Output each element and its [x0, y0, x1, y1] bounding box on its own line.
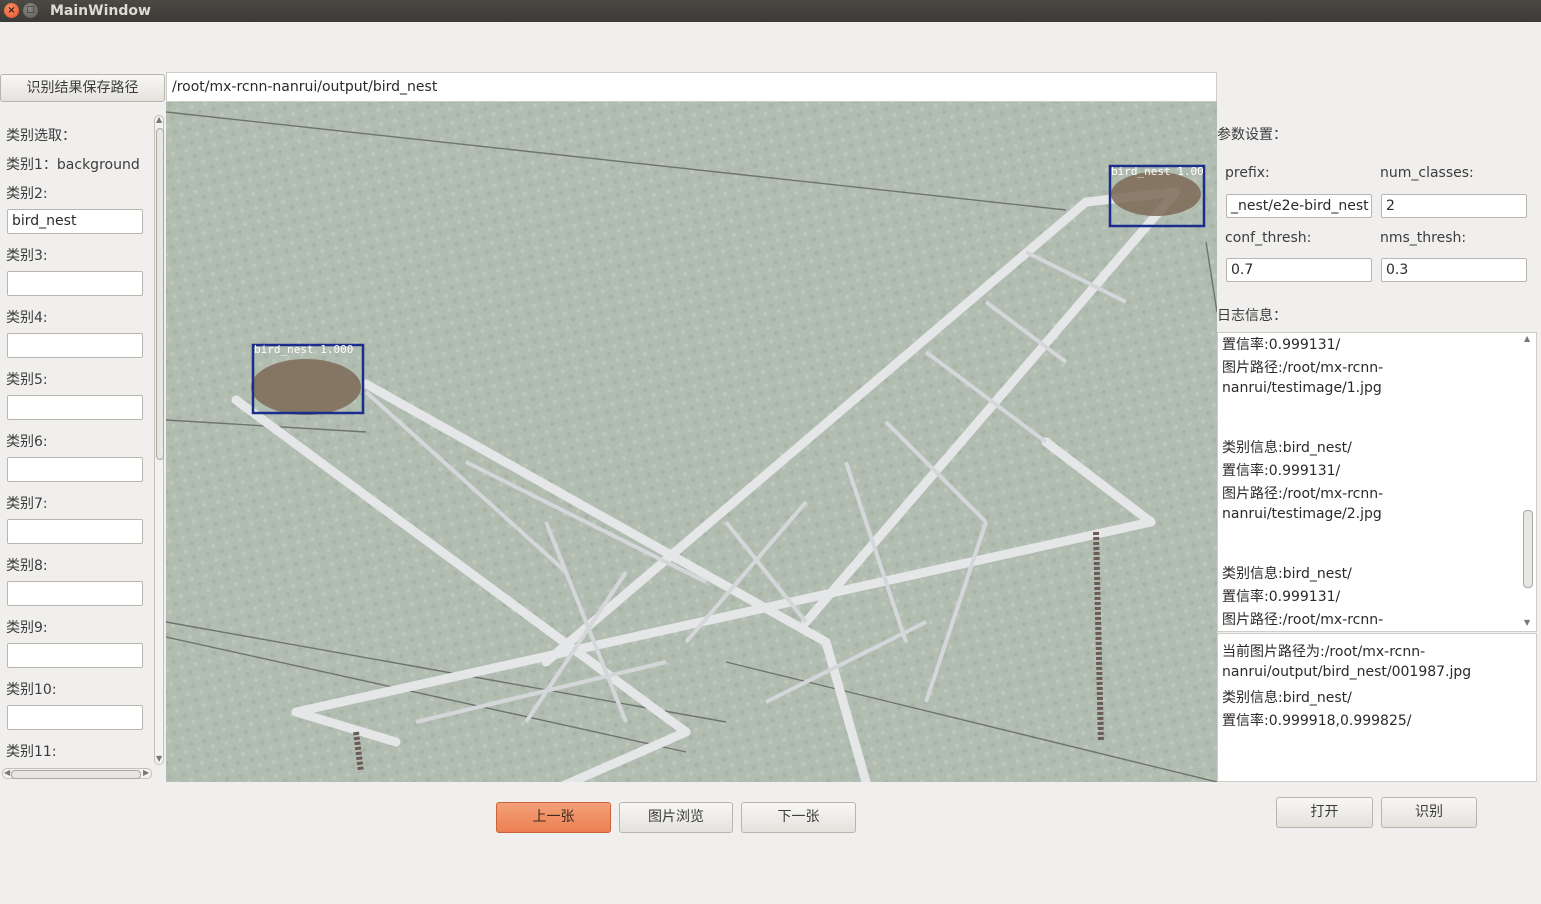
class-9-label: 类别9: [6, 620, 48, 636]
nms-thresh-input[interactable]: 0.3 [1381, 258, 1527, 282]
info-line: nanrui/output/bird_nest/001987.jpg [1222, 664, 1472, 680]
log-header: 日志信息： [1217, 308, 1287, 324]
class-7-input[interactable] [7, 519, 143, 544]
window-title: MainWindow [50, 3, 151, 19]
log-line: 类别信息:bird_nest/ [1222, 440, 1352, 456]
num-classes-label: num_classes: [1380, 165, 1474, 181]
browse-images-button[interactable]: 图片浏览 [619, 802, 733, 833]
bird-nest-right [1111, 172, 1201, 216]
scroll-up-icon[interactable]: ▲ [156, 115, 162, 124]
scroll-down-icon[interactable]: ▼ [1524, 618, 1530, 627]
close-icon: × [7, 5, 16, 16]
class-10-input[interactable] [7, 705, 143, 730]
class-3-input[interactable] [7, 271, 143, 296]
prefix-input[interactable]: _nest/e2e-bird_nest [1226, 194, 1372, 218]
next-image-button[interactable]: 下一张 [741, 802, 856, 833]
class-8-label: 类别8: [6, 558, 48, 574]
class-2-label: 类别2: [6, 186, 48, 202]
class-10-label: 类别10: [6, 682, 57, 698]
save-path-field[interactable]: /root/mx-rcnn-nanrui/output/bird_nest [166, 72, 1217, 102]
class-panel-vertical-scroll-thumb[interactable] [156, 128, 164, 460]
class-4-label: 类别4: [6, 310, 48, 326]
class-5-input[interactable] [7, 395, 143, 420]
class-panel-vertical-scrollbar[interactable]: ▲ ▼ [154, 115, 164, 765]
class-4-input[interactable] [7, 333, 143, 358]
class-2-input[interactable]: bird_nest [7, 209, 143, 234]
scroll-left-icon[interactable]: ◀ [4, 768, 10, 777]
class-selection-panel: 类别选取： 类别1：background 类别2: bird_nest 类别3:… [0, 111, 166, 782]
conf-thresh-label: conf_thresh: [1225, 230, 1312, 246]
current-image-info-area[interactable]: 当前图片路径为:/root/mx-rcnn- nanrui/output/bir… [1217, 633, 1537, 782]
log-line: 置信率:0.999131/ [1222, 463, 1341, 479]
class-panel-horizontal-scroll-thumb[interactable] [11, 770, 141, 779]
close-window-button[interactable]: × [4, 3, 19, 18]
num-classes-input[interactable]: 2 [1381, 194, 1527, 218]
class-8-input[interactable] [7, 581, 143, 606]
save-path-button[interactable]: 识别结果保存路径 [0, 74, 165, 102]
log-scroll-thumb[interactable] [1523, 510, 1533, 588]
nms-thresh-label: nms_thresh: [1380, 230, 1467, 246]
prefix-label: prefix: [1225, 165, 1270, 181]
log-line: 图片路径:/root/mx-rcnn- [1222, 612, 1384, 628]
detection-image-view: bird_nest 1.000 bird_nest 1.00 [166, 102, 1217, 782]
log-text-area[interactable]: 置信率:0.999131/ 图片路径:/root/mx-rcnn- nanrui… [1217, 332, 1537, 632]
scroll-right-icon[interactable]: ▶ [143, 768, 149, 777]
title-bar: × □ MainWindow [0, 0, 1541, 22]
log-line: 置信率:0.999131/ [1222, 589, 1341, 605]
open-button[interactable]: 打开 [1276, 797, 1373, 828]
class-7-label: 类别7: [6, 496, 48, 512]
params-header: 参数设置： [1217, 127, 1287, 143]
class-6-input[interactable] [7, 457, 143, 482]
scroll-up-icon[interactable]: ▲ [1524, 334, 1530, 343]
maximize-icon: □ [26, 5, 35, 15]
class-selection-header: 类别选取： [6, 128, 76, 144]
previous-image-button[interactable]: 上一张 [496, 802, 611, 833]
recognize-button[interactable]: 识别 [1381, 797, 1477, 828]
class-5-label: 类别5: [6, 372, 48, 388]
bird-nest-left [251, 359, 361, 415]
maximize-window-button[interactable]: □ [23, 3, 38, 18]
info-line: 类别信息:bird_nest/ [1222, 690, 1352, 706]
class-3-label: 类别3: [6, 248, 48, 264]
log-line: 图片路径:/root/mx-rcnn- [1222, 486, 1384, 502]
conf-thresh-input[interactable]: 0.7 [1226, 258, 1372, 282]
class-1-label: 类别1：background [6, 157, 140, 173]
class-11-label: 类别11: [6, 744, 57, 760]
class-9-input[interactable] [7, 643, 143, 668]
detection-label-2: bird_nest 1.00 [1111, 165, 1204, 178]
log-scrollbar[interactable]: ▲ ▼ [1522, 334, 1534, 630]
log-line: 图片路径:/root/mx-rcnn- [1222, 360, 1384, 376]
class-panel-horizontal-scrollbar[interactable]: ◀ ▶ [2, 768, 152, 779]
detection-image: bird_nest 1.000 bird_nest 1.00 [166, 102, 1217, 782]
info-line: 当前图片路径为:/root/mx-rcnn- [1222, 644, 1426, 660]
log-line: 置信率:0.999131/ [1222, 337, 1341, 353]
log-line: 类别信息:bird_nest/ [1222, 566, 1352, 582]
info-line: 置信率:0.999918,0.999825/ [1222, 713, 1412, 729]
log-line: nanrui/testimage/2.jpg [1222, 506, 1382, 522]
log-line: nanrui/testimage/1.jpg [1222, 380, 1382, 396]
scroll-down-icon[interactable]: ▼ [156, 754, 162, 763]
detection-label-1: bird_nest 1.000 [254, 343, 353, 356]
class-6-label: 类别6: [6, 434, 48, 450]
